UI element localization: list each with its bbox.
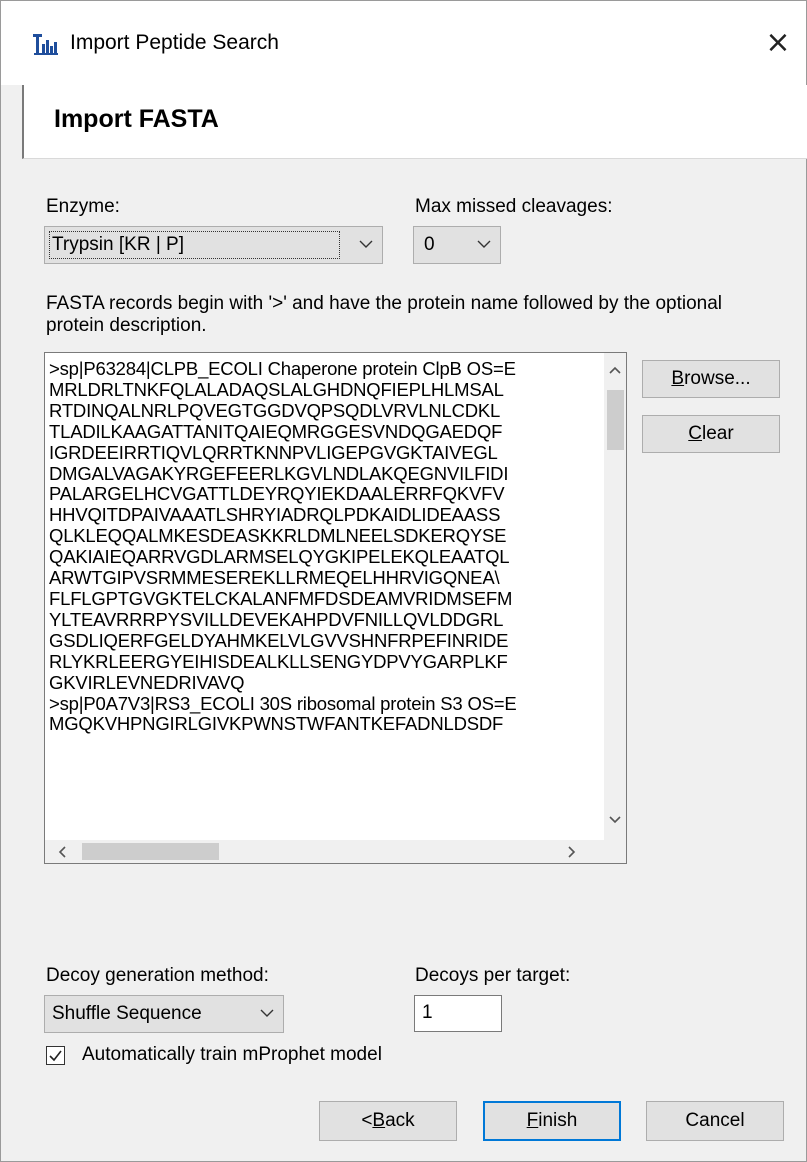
checkmark-icon (49, 1050, 62, 1062)
fasta-line: ARWTGIPVSRMMESEREKLLRMEQELHHRVIGQNEA\ (49, 568, 500, 589)
fasta-line: FLFLGPTGVGKTELCKALANFMFDSDEAMVRIDMSEFM (49, 588, 513, 609)
fasta-line: RLYKRLEERGYEIHISDEALKLLSENGYDPVYGARPLKF (49, 651, 508, 672)
chevron-down-icon (477, 240, 491, 248)
import-peptide-search-dialog: Import Peptide Search × Import FASTA Enz… (0, 0, 807, 1162)
missed-cleavages-value: 0 (424, 234, 435, 255)
cancel-button[interactable]: Cancel (646, 1101, 784, 1141)
scroll-down-icon[interactable] (607, 811, 623, 827)
chevron-down-icon (260, 1009, 274, 1017)
fasta-line: TLADILKAAGATTANITQAIEQMRGGESVNDQGAEDQF (49, 421, 503, 442)
finish-label: Finish (526, 1110, 578, 1131)
scroll-up-icon[interactable] (607, 363, 623, 379)
browse-button[interactable]: Browse... (642, 360, 780, 398)
fasta-line: GSDLIQERFGELDYAHMKELVLGVVSHNFRPEFINRIDE (49, 630, 509, 651)
fasta-text-content: >sp|P63284|CLPB_ECOLI Chaperone protein … (49, 359, 604, 735)
horizontal-scroll-thumb[interactable] (82, 843, 219, 860)
back-label: < Back (361, 1110, 415, 1131)
decoy-method-dropdown[interactable]: Shuffle Sequence (44, 995, 284, 1033)
scroll-left-icon[interactable] (55, 844, 71, 860)
decoys-per-target-label: Decoys per target: (415, 965, 571, 986)
fasta-line: MGQKVHPNGIRLGIVKPWNSTWFANTKEFADNLDSDF (49, 714, 504, 735)
scroll-right-icon[interactable] (563, 844, 579, 860)
enzyme-dropdown[interactable]: Trypsin [KR | P] (44, 226, 383, 264)
fasta-line: MRLDRLTNKFQLALADAQSLALGHDNQFIEPLHLMSAL (49, 379, 504, 400)
fasta-line: DMGALVAGAKYRGEFEERLKGVLNDLAKQEGNVILFIDI (49, 463, 509, 484)
fasta-textarea[interactable]: >sp|P63284|CLPB_ECOLI Chaperone protein … (44, 352, 627, 864)
title-bar: Import Peptide Search × (1, 1, 806, 85)
finish-button[interactable]: Finish (483, 1101, 621, 1141)
fasta-line: >sp|P63284|CLPB_ECOLI Chaperone protein … (49, 359, 516, 379)
fasta-description: FASTA records begin with '>' and have th… (46, 293, 723, 336)
enzyme-value: Trypsin [KR | P] (52, 234, 184, 255)
button-bar: < Back Finish Cancel (1, 1089, 806, 1161)
fasta-line: RTDINQALNRLPQVEGTGGDVQPSQDLVRVLNLCDKL (49, 400, 501, 421)
browse-label: Browse... (671, 368, 751, 389)
decoys-per-target-input[interactable]: 1 (414, 995, 502, 1032)
enzyme-label: Enzyme: (46, 196, 120, 217)
fasta-line: PALARGELHCVGATTLDEYRQYIEKDAALERRFQKVFV (49, 484, 505, 505)
missed-cleavages-dropdown[interactable]: 0 (413, 226, 501, 264)
back-button[interactable]: < Back (319, 1101, 457, 1141)
wizard-header: Import FASTA (22, 85, 807, 159)
fasta-line: IGRDEEIRRTIQVLQRRTKNNPVLIGEPGVGKTAIVEGL (49, 442, 498, 463)
missed-cleavages-label: Max missed cleavages: (415, 196, 613, 217)
scrollbar-corner (604, 840, 626, 863)
vertical-scroll-thumb[interactable] (607, 390, 624, 450)
vertical-scrollbar[interactable] (604, 353, 626, 840)
clear-button[interactable]: Clear (642, 415, 780, 453)
decoy-method-label: Decoy generation method: (46, 965, 269, 986)
train-mprophet-checkbox[interactable] (46, 1046, 65, 1065)
peptide-app-icon (33, 34, 58, 55)
clear-label: Clear (688, 423, 734, 444)
horizontal-scrollbar[interactable] (45, 840, 605, 863)
page-title: Import FASTA (54, 105, 219, 133)
chevron-down-icon (359, 240, 373, 248)
fasta-line: GKVIRLEVNEDRIVAVQ (49, 672, 245, 693)
fasta-line: HHVQITDPAIVAAATLSHRYIADRQLPDKAIDLIDEAASS (49, 505, 501, 526)
decoy-method-value: Shuffle Sequence (52, 1003, 202, 1024)
train-mprophet-label[interactable]: Automatically train mProphet model (82, 1044, 382, 1066)
fasta-line: QAKIAIEQARRVGDLARMSELQYGKIPELEKQLEAATQL (49, 547, 510, 568)
fasta-line: QLKLEQQALMKESDEASKKRLDMLNEELSDKERQYSE (49, 526, 507, 547)
fasta-line: YLTEAVRRRPYSVILLDEVEKAHPDVFNILLQVLDDGRL (49, 609, 504, 630)
fasta-line: >sp|P0A7V3|RS3_ECOLI 30S ribosomal prote… (49, 693, 517, 714)
close-icon[interactable]: × (758, 23, 798, 63)
window-title: Import Peptide Search (70, 31, 279, 54)
